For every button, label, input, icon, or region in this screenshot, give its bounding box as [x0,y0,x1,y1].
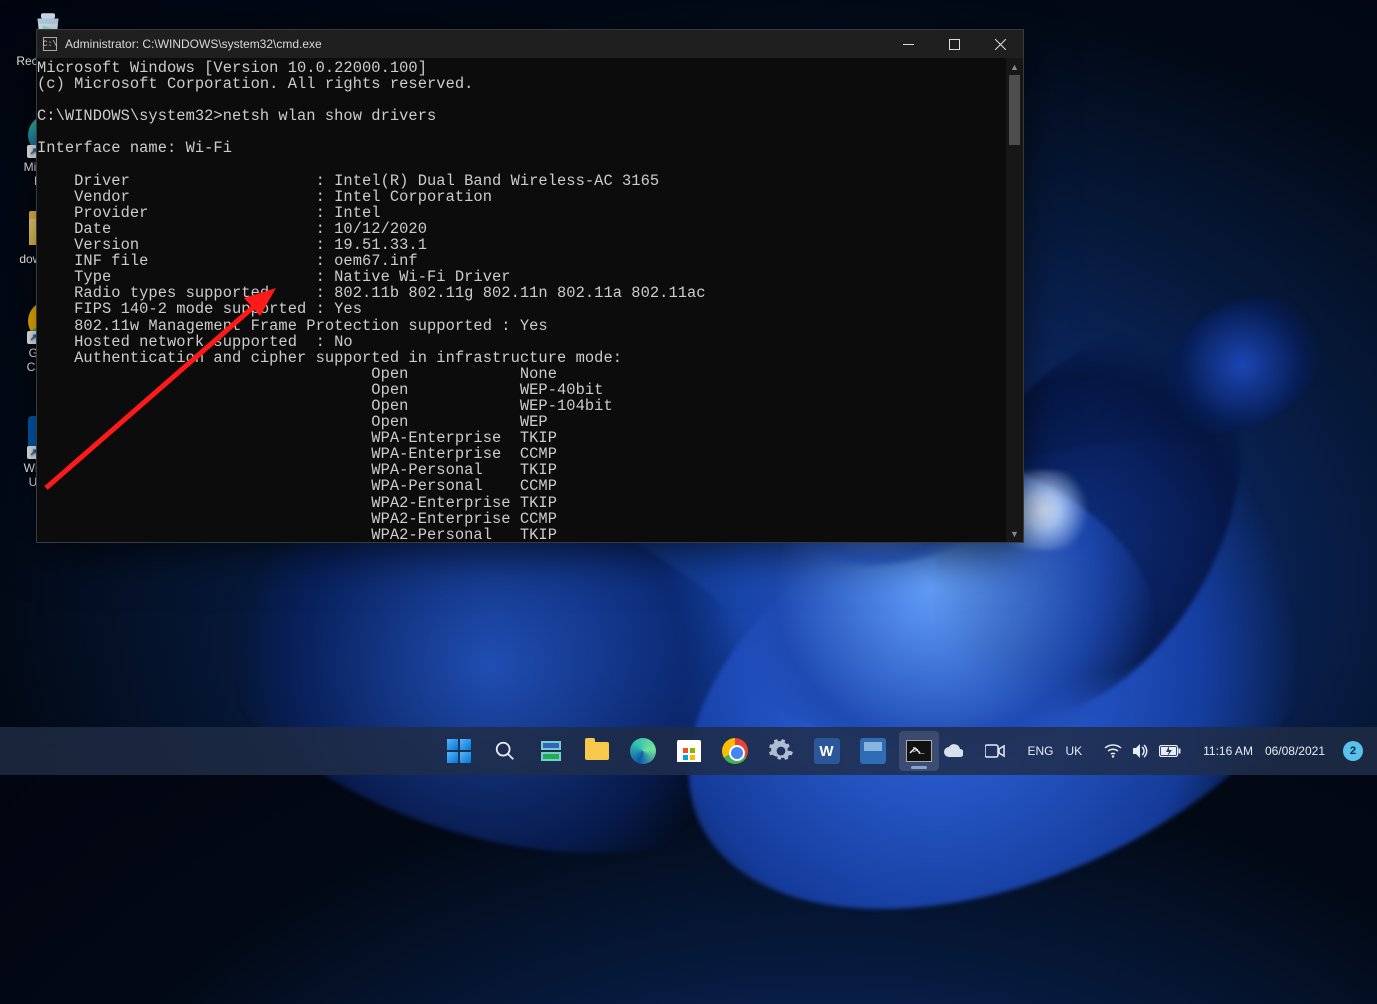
notifications-button[interactable]: 2 [1335,731,1371,771]
volume-icon [1132,743,1149,759]
lang-secondary: UK [1065,744,1082,758]
taskbar: W >_ ENG UK 11:16 AM 06/08/2021 2 [0,727,1377,775]
language-indicator[interactable]: ENG UK [1019,731,1090,771]
clock-time: 11:16 AM [1203,744,1253,758]
taskbar-center: W >_ [439,731,939,771]
app-icon [860,738,886,764]
taskview-icon [541,741,561,761]
search-button[interactable] [485,731,525,771]
clock-button[interactable]: 11:16 AM 06/08/2021 [1195,731,1329,771]
explorer-icon [585,742,609,760]
scroll-down-button[interactable]: ▼ [1006,525,1023,542]
lang-primary: ENG [1027,744,1053,758]
onedrive-icon [943,744,963,758]
start-button[interactable] [439,731,479,771]
minimize-button[interactable] [885,30,931,58]
tray-meetnow[interactable] [977,731,1013,771]
battery-icon [1159,745,1181,757]
taskbar-app[interactable] [853,731,893,771]
tray-overflow-button[interactable] [901,731,929,771]
taskbar-settings[interactable] [761,731,801,771]
notification-count: 2 [1343,741,1363,761]
system-tray: ENG UK 11:16 AM 06/08/2021 2 [901,727,1371,775]
taskview-button[interactable] [531,731,571,771]
windows-icon [447,739,471,763]
store-icon [677,740,701,762]
tray-onedrive[interactable] [935,731,971,771]
word-icon: W [814,738,840,764]
terminal-output[interactable]: Microsoft Windows [Version 10.0.22000.10… [37,58,1006,542]
chrome-icon [722,738,748,764]
maximize-button[interactable] [931,30,977,58]
window-title: Administrator: C:\WINDOWS\system32\cmd.e… [65,37,322,51]
tray-quick-settings[interactable] [1096,731,1189,771]
taskbar-edge[interactable] [623,731,663,771]
edge-icon [630,738,656,764]
scroll-thumb[interactable] [1009,75,1020,145]
titlebar[interactable]: C:\ Administrator: C:\WINDOWS\system32\c… [37,30,1023,58]
taskbar-chrome[interactable] [715,731,755,771]
meet-now-icon [985,744,1005,758]
scroll-up-button[interactable]: ▲ [1006,58,1023,75]
search-icon [494,740,516,762]
chevron-up-icon [909,745,921,757]
close-button[interactable] [977,30,1023,58]
cmd-icon: C:\ [43,37,57,51]
taskbar-store[interactable] [669,731,709,771]
scrollbar[interactable]: ▲ ▼ [1006,58,1023,542]
wifi-icon [1104,744,1122,758]
taskbar-explorer[interactable] [577,731,617,771]
clock-date: 06/08/2021 [1265,744,1325,758]
taskbar-word[interactable]: W [807,731,847,771]
cmd-window[interactable]: C:\ Administrator: C:\WINDOWS\system32\c… [36,29,1024,543]
settings-icon [768,738,794,764]
